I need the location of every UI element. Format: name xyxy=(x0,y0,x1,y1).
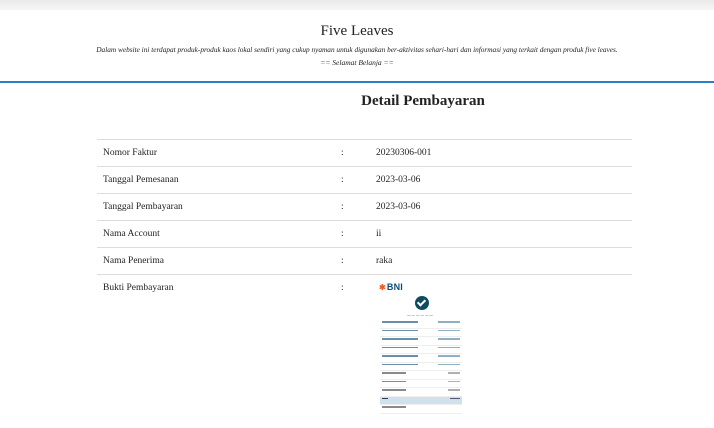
header-divider xyxy=(0,81,714,83)
receipt-line xyxy=(380,337,462,346)
receipt-line xyxy=(380,346,462,354)
receipt-line xyxy=(380,363,462,371)
table-row: Nama Account : ii xyxy=(97,220,632,248)
top-bar xyxy=(0,0,714,10)
site-header: Five Leaves Dalam website ini terdapat p… xyxy=(0,10,714,82)
row-label: Tanggal Pemesanan xyxy=(97,166,341,194)
row-label: Nama Account xyxy=(97,220,341,248)
row-label: Bukti Pembayaran xyxy=(97,274,341,302)
row-value: 2023-03-06 xyxy=(376,193,632,221)
table-row: Tanggal Pemesanan : 2023-03-06 xyxy=(97,166,632,194)
table-row: Bukti Pembayaran : xyxy=(97,274,632,302)
row-separator: : xyxy=(341,274,376,302)
row-label: Nama Penerima xyxy=(97,247,341,275)
bni-logo: ✱BNI xyxy=(379,282,404,292)
row-value: 2023-03-06 xyxy=(376,166,632,194)
row-separator: : xyxy=(341,193,376,221)
page-title: Detail Pembayaran xyxy=(361,93,485,109)
receipt-line xyxy=(380,388,462,397)
receipt-line xyxy=(380,380,462,388)
row-value: 20230306-001 xyxy=(376,139,632,167)
table-row: Nomor Faktur : 20230306-001 xyxy=(97,139,632,167)
receipt-line xyxy=(380,371,462,380)
payment-details-table: Nomor Faktur : 20230306-001 Tanggal Peme… xyxy=(97,139,632,302)
row-label: Nomor Faktur xyxy=(97,139,341,167)
row-separator: : xyxy=(341,166,376,194)
site-title: Five Leaves xyxy=(320,23,394,39)
receipt-line xyxy=(380,320,462,329)
receipt-total-line xyxy=(380,396,462,405)
row-separator: : xyxy=(341,220,376,248)
receipt-line xyxy=(380,329,462,337)
row-separator: : xyxy=(341,139,376,167)
receipt-line xyxy=(380,405,462,414)
greeting-text: == Selamat Belanja == xyxy=(320,58,394,67)
row-value: ii xyxy=(376,220,632,248)
row-separator: : xyxy=(341,247,376,275)
table-row: Tanggal Pembayaran : 2023-03-06 xyxy=(97,193,632,221)
payment-proof-image[interactable]: ✱BNI — — — — — — xyxy=(374,280,466,428)
table-row: Nama Penerima : raka xyxy=(97,247,632,275)
receipt-title-line: — — — — — — xyxy=(407,313,433,317)
receipt-line xyxy=(380,354,462,363)
site-tagline: Dalam website ini terdapat produk-produk… xyxy=(96,45,618,54)
row-label: Tanggal Pembayaran xyxy=(97,193,341,221)
bank-logo-text: BNI xyxy=(386,282,404,292)
check-circle-icon xyxy=(415,296,429,310)
row-value: raka xyxy=(376,247,632,275)
receipt-lines xyxy=(380,320,462,414)
